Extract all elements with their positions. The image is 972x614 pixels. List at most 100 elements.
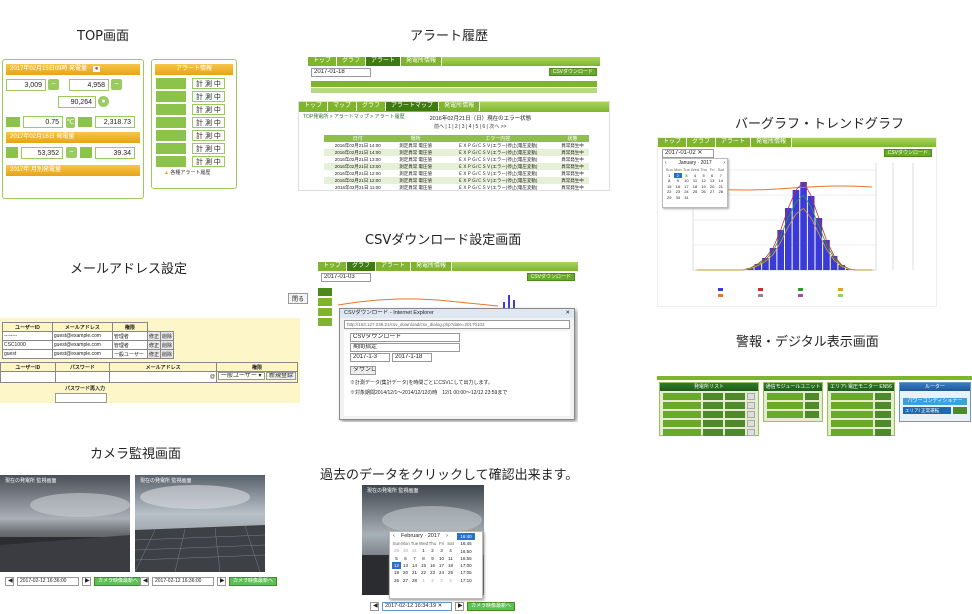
calendar-day[interactable]: 4 — [446, 547, 455, 554]
edit-button[interactable]: 修正 — [146, 349, 161, 359]
edit-button[interactable]: 修正 — [146, 331, 161, 341]
trend-icon[interactable]: ~ — [48, 79, 59, 90]
download-button[interactable]: ダウンロード — [350, 366, 376, 375]
calendar-day[interactable]: 22 — [419, 569, 428, 576]
calendar-day[interactable]: 2 — [428, 577, 437, 584]
nav-tab[interactable]: 発電所情報 — [439, 102, 481, 111]
time-option[interactable]: 17:10 — [457, 577, 475, 584]
time-option[interactable]: 16:40 — [457, 533, 475, 541]
time-list[interactable]: 16:40 16:45 16:50 16:55 17:00 17:05 17:10 — [457, 533, 475, 584]
refresh-icon[interactable]: ● — [98, 96, 109, 107]
calendar-day[interactable]: 25 — [446, 569, 455, 576]
nav-tab[interactable]: グラフ — [347, 262, 377, 271]
calendar-day[interactable]: 3 — [437, 577, 446, 584]
calendar-day[interactable]: 20 — [401, 569, 410, 576]
close-side-button[interactable]: 閉る — [288, 293, 309, 304]
camera-latest-button[interactable]: カメラ映像最新へ — [467, 602, 516, 611]
calendar-day[interactable]: 2 — [428, 547, 437, 554]
next-month-icon[interactable]: › — [446, 533, 448, 539]
prev-month-icon[interactable]: ‹ — [665, 160, 667, 166]
calendar-day[interactable]: 23 — [428, 569, 437, 576]
calendar-day[interactable]: 25 — [691, 189, 700, 195]
calendar-day[interactable]: 28 — [410, 577, 419, 584]
nav-tab[interactable]: マップ — [328, 102, 358, 111]
calendar-day[interactable]: 21 — [410, 569, 419, 576]
table-row[interactable]: 2016年02月21日 13:00 測定異常 電圧値 ＥＸＰＧ/ＣＳＶ(エラー)停止… — [324, 163, 589, 170]
delete-button[interactable]: 削除 — [159, 349, 174, 359]
next-icon[interactable]: ▶ — [455, 602, 464, 611]
calendar-day[interactable]: 27 — [401, 577, 410, 584]
calendar-day[interactable]: 29 — [392, 547, 401, 554]
close-icon[interactable]: ✕ — [565, 309, 574, 318]
calendar-day[interactable]: 30 — [674, 195, 683, 201]
nav-tab[interactable]: グラフ — [337, 57, 367, 66]
next-icon[interactable]: ▶ — [82, 577, 91, 586]
nav-tab[interactable]: アラート — [376, 262, 412, 271]
nav-tab[interactable]: トップ — [308, 57, 338, 66]
table-row[interactable]: 2016年02月21日 14:00 測定異常 電圧値 ＥＸＰＧ/ＣＳＶ(エラー)停止… — [324, 142, 589, 149]
camera-latest-button[interactable]: カメラ映像最新へ — [229, 577, 278, 586]
to-date-input[interactable]: 2017-1-18 — [392, 353, 432, 362]
time-option[interactable]: 16:50 — [457, 548, 475, 555]
csv-download-button[interactable]: CSVダウンロード — [883, 149, 932, 157]
new-password-input[interactable] — [54, 371, 111, 383]
nav-tab[interactable]: グラフ — [357, 102, 387, 111]
date-input[interactable]: 2017-01-18 — [311, 68, 371, 77]
register-button[interactable]: 新規登録 — [265, 372, 296, 380]
pager[interactable]: 前へ | 1 | 2 | 3 | 4 | 5 | 6 | 次へ >> — [299, 124, 609, 130]
address-bar[interactable]: http://153.127.236.21/csv_download/csv_d… — [344, 320, 570, 329]
csv-download-button[interactable]: CSVダウンロード — [548, 68, 597, 76]
camera-1-date[interactable]: 2017-02-12 16:36:00 — [17, 577, 79, 586]
edit-button[interactable]: 修正 — [146, 340, 161, 350]
nav-tab[interactable]: アラート — [716, 138, 752, 147]
calendar-day[interactable]: 18 — [446, 562, 455, 569]
next-icon[interactable]: ▶ — [217, 577, 226, 586]
time-option[interactable]: 16:55 — [457, 555, 475, 562]
calendar-day[interactable]: 28 — [716, 189, 725, 195]
calendar-day[interactable]: 14 — [410, 562, 419, 569]
calendar-day[interactable]: 15 — [419, 562, 428, 569]
calendar-day[interactable]: 3 — [437, 547, 446, 554]
nav-tab[interactable]: 発電所情報 — [411, 262, 453, 271]
calendar-day[interactable]: 19 — [392, 569, 401, 576]
calendar-day[interactable]: 11 — [446, 555, 455, 562]
password-confirm-input[interactable] — [55, 393, 107, 403]
time-option[interactable]: 17:05 — [457, 569, 475, 576]
table-row[interactable]: 2016年02月21日 12:00 測定異常 電圧値 ＥＸＰＧ/ＣＳＶ(エラー)停止… — [324, 177, 589, 184]
camera-latest-button[interactable]: カメラ映像最新へ — [94, 577, 143, 586]
time-option[interactable]: 16:45 — [457, 540, 475, 547]
calendar-day[interactable]: 27 — [708, 189, 717, 195]
nav-tab[interactable]: アラート — [366, 57, 402, 66]
calendar-day[interactable]: 31 — [682, 195, 691, 201]
calendar-day[interactable]: 12 — [392, 562, 401, 570]
calendar-day[interactable]: 10 — [437, 555, 446, 562]
from-date-input[interactable]: 2017-1-3 — [350, 353, 390, 362]
calendar-day[interactable]: 1 — [419, 547, 428, 554]
past-date-input[interactable]: 2017-02-12 16:34:19 ✕ — [382, 602, 452, 611]
calendar-day[interactable]: 5 — [392, 555, 401, 562]
calendar-day[interactable]: 7 — [410, 555, 419, 562]
calendar-day[interactable]: 29 — [665, 195, 674, 201]
table-row[interactable]: 2016年02月21日 13:00 測定異常 電圧値 ＥＸＰＧ/ＣＳＶ(エラー)停止… — [324, 156, 589, 163]
delete-button[interactable]: 削除 — [159, 331, 174, 341]
calendar-day[interactable]: 26 — [699, 189, 708, 195]
trend-icon[interactable]: ~ — [111, 79, 122, 90]
camera-2-date[interactable]: 2017-02-12 16:36:00 — [152, 577, 214, 586]
time-option[interactable]: 17:00 — [457, 562, 475, 569]
csv-download-button[interactable]: CSVダウンロード — [526, 273, 575, 281]
calendar-day[interactable]: 6 — [401, 555, 410, 562]
alarm-history-link[interactable]: ▲ 各種アラート履歴 — [164, 170, 236, 176]
calendar-day[interactable]: 1 — [419, 577, 428, 584]
date-input[interactable]: 2017-01-03 — [321, 273, 371, 282]
breadcrumb[interactable]: TOP発電所 > アラートマップ > アラート履歴 — [303, 114, 405, 122]
new-email-input[interactable]: @ — [109, 371, 217, 383]
next-month-icon[interactable]: › — [723, 160, 725, 166]
new-user-id-input[interactable] — [0, 371, 56, 383]
calendar-day[interactable]: 8 — [419, 555, 428, 562]
calendar-day[interactable]: 31 — [410, 547, 419, 554]
date-picker[interactable]: ‹ January · 2017 › Sun Mon Tue Wed Thu Fri Sat… — [662, 158, 728, 208]
nav-tab[interactable]: トップ — [658, 138, 688, 147]
date-input[interactable]: 2017-01-02 ✕ — [662, 149, 714, 158]
prev-icon[interactable]: ◀ — [140, 577, 149, 586]
role-select[interactable]: 一般ユーザー ▾ — [217, 372, 265, 380]
